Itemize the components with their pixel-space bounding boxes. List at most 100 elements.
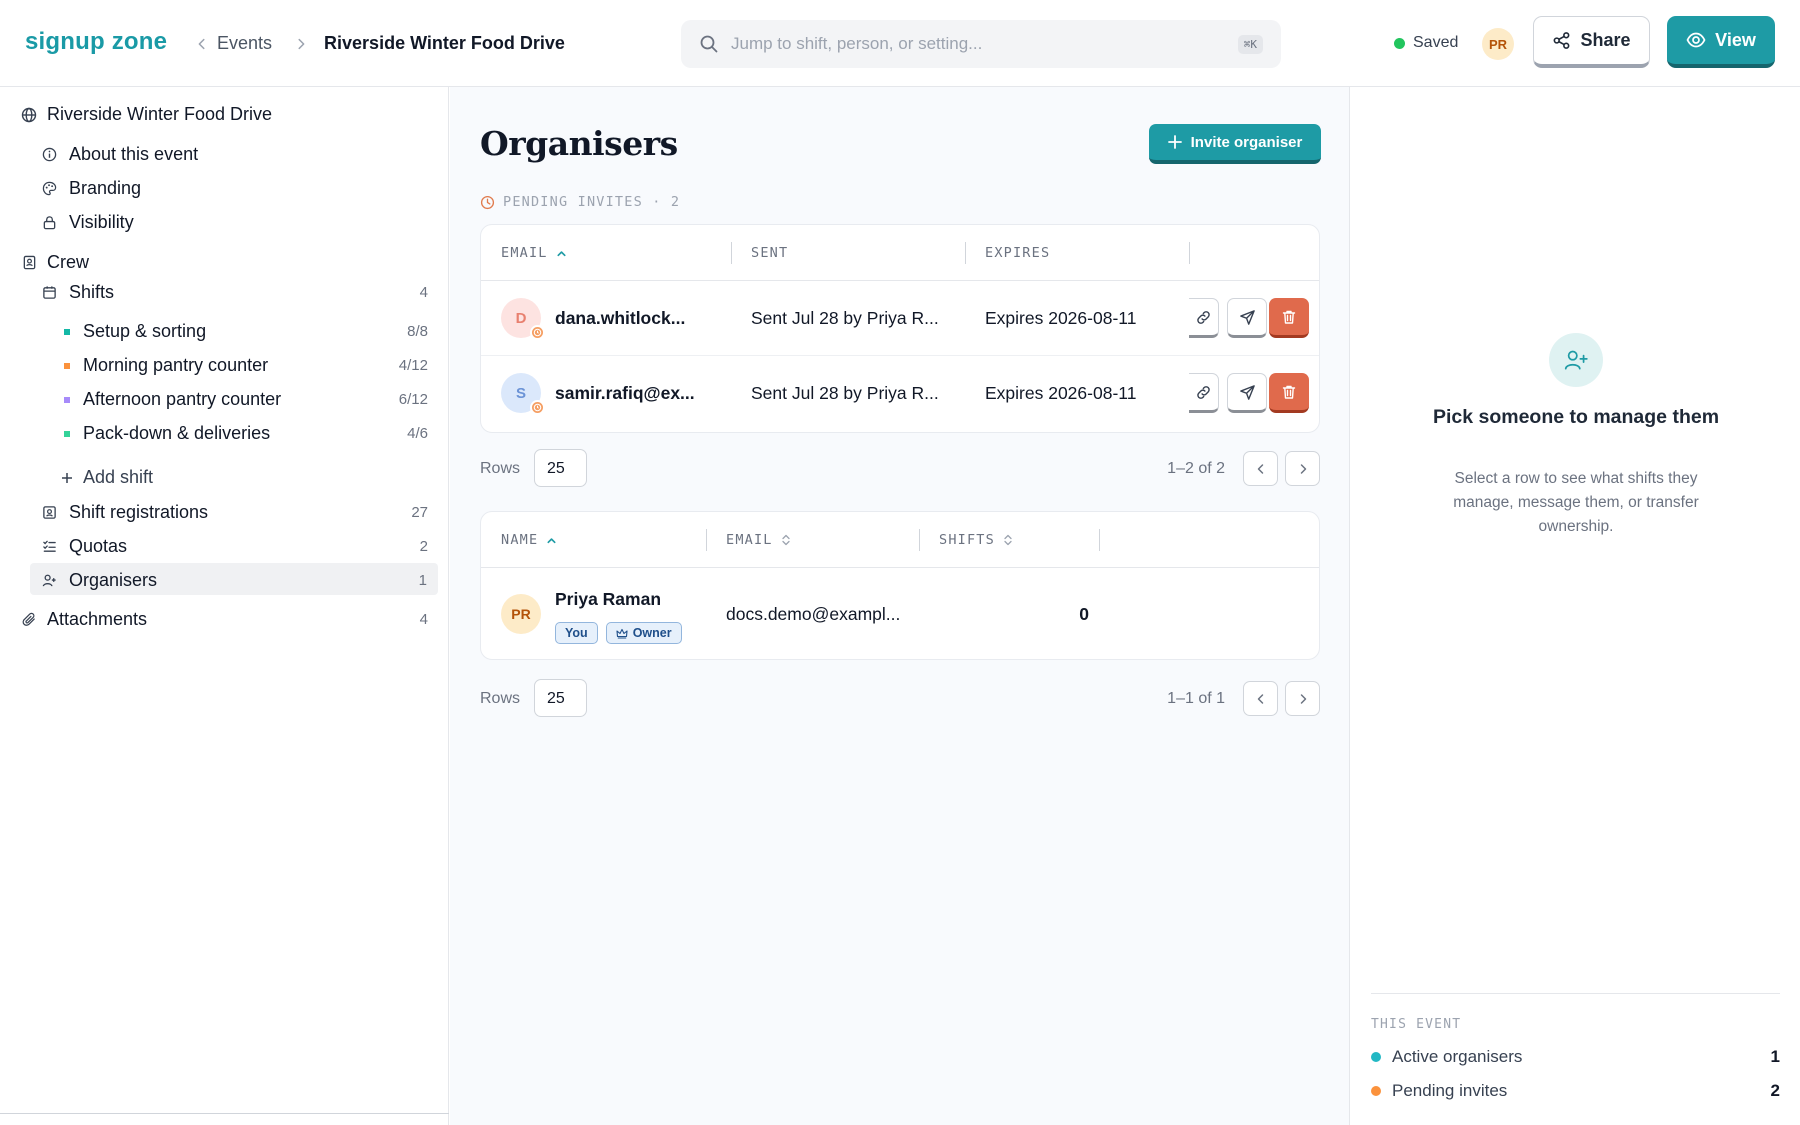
trash-icon bbox=[1281, 384, 1297, 400]
breadcrumb-current: Riverside Winter Food Drive bbox=[324, 33, 565, 53]
table-row[interactable]: S samir.rafiq@ex... Sent Jul 28 by Priya… bbox=[481, 356, 1319, 431]
organisers-pagination: Rows 25 1–1 of 1 bbox=[480, 679, 1320, 719]
column-header-email[interactable]: EMAIL bbox=[501, 245, 567, 261]
sidebar-item-label: Setup & sorting bbox=[83, 321, 207, 341]
column-divider[interactable] bbox=[706, 529, 707, 551]
clock-icon bbox=[480, 195, 495, 210]
share-button[interactable]: Share bbox=[1533, 16, 1650, 68]
table-row[interactable]: PR Priya Raman You Owner docs.demo@examp… bbox=[481, 569, 1319, 660]
table-row[interactable]: D dana.whitlock... Sent Jul 28 by Priya … bbox=[481, 281, 1319, 356]
breadcrumb: Events Riverside Winter Food Drive bbox=[195, 33, 565, 54]
resend-invite-button[interactable] bbox=[1227, 373, 1267, 413]
organiser-avatar: PR bbox=[501, 594, 541, 634]
revoke-invite-button[interactable] bbox=[1269, 373, 1309, 413]
sidebar-item-organisers[interactable]: Organisers 1 bbox=[30, 563, 438, 595]
palette-icon bbox=[40, 181, 58, 196]
rows-per-page-input[interactable]: 25 bbox=[534, 449, 587, 487]
revoke-invite-button[interactable] bbox=[1269, 298, 1309, 338]
user-avatar[interactable]: PR bbox=[1482, 28, 1514, 60]
add-shift-button[interactable]: Add shift bbox=[60, 467, 153, 488]
sidebar-item-label: About this event bbox=[69, 144, 199, 164]
id-card-icon bbox=[40, 505, 58, 520]
sidebar-item-visibility[interactable]: Visibility bbox=[40, 212, 134, 233]
brand-logo[interactable]: signup zone bbox=[25, 28, 167, 56]
plus-icon bbox=[1167, 135, 1182, 149]
column-divider[interactable] bbox=[965, 242, 966, 264]
previous-page-button[interactable] bbox=[1243, 681, 1278, 716]
sidebar-item-count: 2 bbox=[419, 538, 428, 555]
sidebar-item-about[interactable]: About this event bbox=[40, 144, 198, 165]
invitee-avatar: S bbox=[501, 373, 545, 415]
badge-icon bbox=[20, 255, 38, 270]
previous-page-button[interactable] bbox=[1243, 451, 1278, 486]
invite-organiser-button[interactable]: Invite organiser bbox=[1149, 124, 1321, 164]
organisers-table: NAME EMAIL SHIFTS PR Priya Raman You Own… bbox=[480, 511, 1320, 660]
rows-per-page-input[interactable]: 25 bbox=[534, 679, 587, 717]
sidebar-item-label: Visibility bbox=[69, 212, 134, 232]
send-icon bbox=[1239, 309, 1256, 326]
sidebar-item-shift-morning[interactable]: Morning pantry counter 4/12 bbox=[0, 349, 449, 381]
copy-link-button[interactable] bbox=[1189, 373, 1219, 413]
event-stats-heading: THIS EVENT bbox=[1371, 1017, 1462, 1032]
pending-invites-label: PENDING INVITES · 2 bbox=[503, 194, 681, 210]
column-divider[interactable] bbox=[919, 529, 920, 551]
empty-state-text: Select a row to see what shifts they man… bbox=[1453, 470, 1699, 535]
search-input[interactable]: Jump to shift, person, or setting... ⌘K bbox=[681, 20, 1281, 68]
pending-invites-heading: PENDING INVITES · 2 bbox=[480, 194, 680, 210]
sidebar-item-quotas-content: Quotas bbox=[40, 536, 127, 557]
next-page-button[interactable] bbox=[1285, 681, 1320, 716]
sidebar-item-shift-packdown[interactable]: Pack-down & deliveries 4/6 bbox=[0, 417, 449, 449]
column-divider[interactable] bbox=[1189, 242, 1190, 264]
link-icon bbox=[1195, 309, 1212, 326]
stat-label: Active organisers bbox=[1392, 1047, 1523, 1066]
organiser-email: docs.demo@exampl... bbox=[726, 604, 901, 624]
top-bar: signup zone Events Riverside Winter Food… bbox=[0, 0, 1800, 87]
sidebar-item-registrations[interactable]: Shift registrations 27 bbox=[0, 496, 449, 528]
plus-icon bbox=[60, 472, 74, 484]
column-divider[interactable] bbox=[731, 242, 732, 264]
sidebar-item-branding[interactable]: Branding bbox=[40, 178, 141, 199]
sidebar-item-count: 4 bbox=[419, 284, 428, 301]
sidebar-item-count: 6/12 bbox=[398, 391, 428, 408]
sidebar-item-shift-content: Setup & sorting bbox=[62, 321, 206, 342]
column-header-shifts[interactable]: SHIFTS bbox=[939, 532, 1013, 548]
sidebar-item-count: 4/6 bbox=[407, 425, 428, 442]
sidebar-item-count: 8/8 bbox=[407, 323, 428, 340]
column-header-email[interactable]: EMAIL bbox=[726, 532, 791, 548]
sidebar-item-label: Riverside Winter Food Drive bbox=[47, 104, 273, 124]
sidebar-item-label: Shift registrations bbox=[69, 502, 209, 522]
shift-color-dot bbox=[64, 396, 70, 403]
sidebar-item-label: Crew bbox=[47, 252, 90, 272]
copy-link-button[interactable] bbox=[1189, 298, 1219, 338]
breadcrumb-events-link[interactable]: Events bbox=[217, 33, 272, 54]
sort-ascending-icon bbox=[556, 248, 567, 259]
sidebar-item-attachments-content: Attachments bbox=[20, 609, 147, 630]
column-header-sent[interactable]: SENT bbox=[751, 245, 788, 261]
sidebar-item-shift-afternoon[interactable]: Afternoon pantry counter 6/12 bbox=[0, 383, 449, 415]
stat-value: 2 bbox=[1770, 1081, 1780, 1100]
sidebar-item-attachments[interactable]: Attachments 4 bbox=[0, 603, 449, 635]
sort-ascending-icon bbox=[546, 535, 557, 546]
sidebar-item-shifts[interactable]: Shifts 4 bbox=[0, 276, 449, 308]
sidebar-item-label: Branding bbox=[69, 178, 142, 198]
sidebar-item-shift-content: Pack-down & deliveries bbox=[62, 423, 270, 444]
you-badge: You bbox=[555, 622, 598, 644]
column-header-expires[interactable]: EXPIRES bbox=[985, 245, 1050, 261]
sidebar-item-shift-content: Morning pantry counter bbox=[62, 355, 268, 376]
stat-dot bbox=[1371, 1086, 1381, 1096]
shift-color-dot bbox=[64, 328, 70, 335]
sidebar-item-quotas[interactable]: Quotas 2 bbox=[0, 530, 449, 562]
sidebar-item-shift-setup[interactable]: Setup & sorting 8/8 bbox=[0, 315, 449, 347]
pending-clock-icon bbox=[530, 400, 545, 415]
sidebar-item-event[interactable]: Riverside Winter Food Drive bbox=[20, 104, 272, 125]
sidebar: Riverside Winter Food Drive About this e… bbox=[0, 87, 449, 1125]
sidebar-item-label: Shifts bbox=[69, 282, 115, 302]
column-divider[interactable] bbox=[1099, 529, 1100, 551]
column-header-name[interactable]: NAME bbox=[501, 532, 557, 548]
view-button[interactable]: View bbox=[1667, 16, 1775, 68]
sidebar-item-crew[interactable]: Crew bbox=[20, 252, 89, 273]
share-icon bbox=[1552, 31, 1571, 50]
sort-icon bbox=[781, 534, 791, 546]
next-page-button[interactable] bbox=[1285, 451, 1320, 486]
resend-invite-button[interactable] bbox=[1227, 298, 1267, 338]
